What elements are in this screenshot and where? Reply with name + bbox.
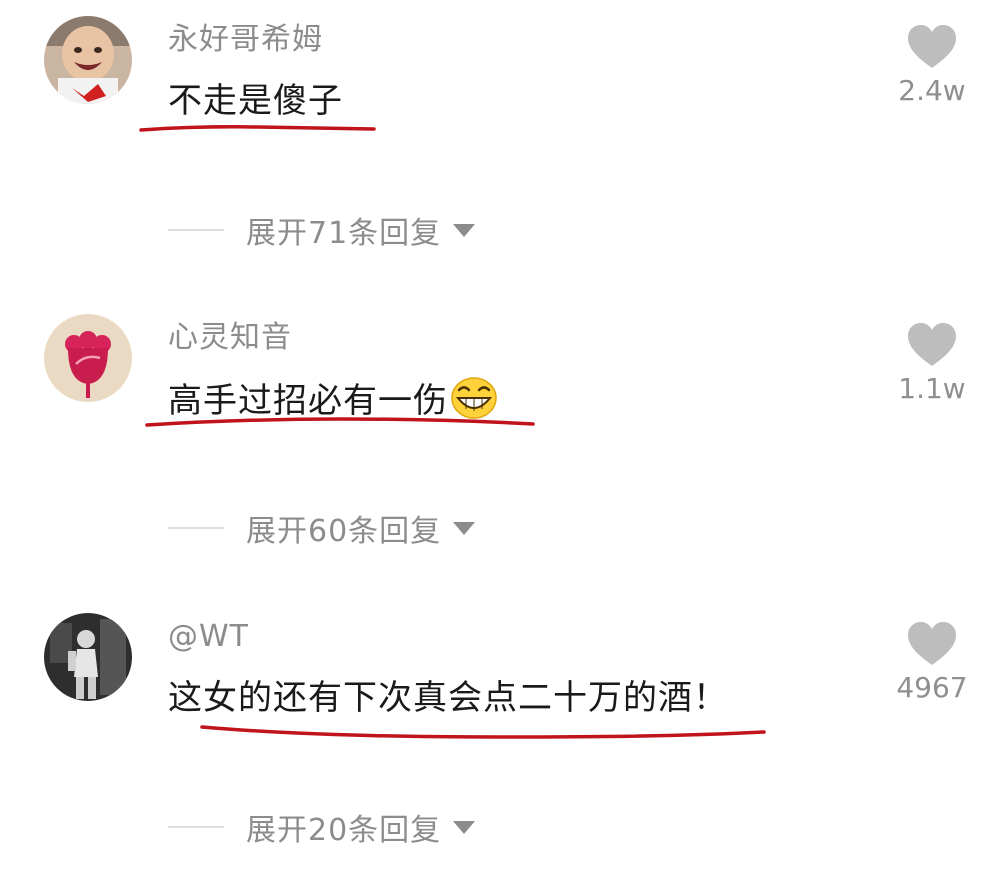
divider-line (168, 527, 224, 529)
expand-replies-button[interactable]: 展开20条回复 (168, 807, 476, 848)
expand-replies-button[interactable]: 展开71条回复 (168, 210, 476, 251)
comment-item: @WT 这女的还有下次真会点二十万的酒！ 4967 展开20条回复 (0, 597, 1000, 887)
red-underline-annotation (139, 125, 376, 132)
like-count: 4967 (896, 671, 968, 704)
username[interactable]: 永好哥希姆 (168, 20, 323, 60)
blurred-region (168, 448, 408, 488)
like-count: 2.4w (898, 74, 966, 107)
avatar[interactable] (44, 613, 132, 701)
blurred-region (168, 150, 408, 190)
expand-replies-label: 展开60条回复 (246, 514, 442, 549)
avatar[interactable] (44, 16, 132, 104)
triangle-down-icon (453, 521, 476, 535)
blurred-region (168, 747, 408, 787)
comment-item: 心灵知音 高手过招必有一伤 1.1w 展开60条回复 (0, 298, 1000, 588)
heart-icon[interactable] (907, 322, 957, 368)
divider-line (168, 826, 224, 828)
expand-replies-label: 展开20条回复 (246, 813, 442, 848)
comment-item: 永好哥希姆 不走是傻子 2.4w 展开71条回复 (0, 0, 1000, 290)
expand-replies-label: 展开71条回复 (246, 216, 442, 251)
divider-line (168, 229, 224, 231)
like-count: 1.1w (898, 372, 966, 405)
avatar[interactable] (44, 314, 132, 402)
like-button[interactable]: 1.1w (892, 322, 972, 406)
red-underline-annotation (200, 725, 766, 739)
heart-icon[interactable] (907, 621, 957, 667)
comment-text-value: 这女的还有下次真会点二十万的酒！ (168, 678, 728, 718)
username[interactable]: @WT (168, 617, 249, 657)
comment-text: 这女的还有下次真会点二十万的酒！ (168, 675, 728, 721)
username[interactable]: 心灵知音 (168, 318, 292, 358)
triangle-down-icon (453, 820, 476, 834)
expand-replies-button[interactable]: 展开60条回复 (168, 508, 476, 549)
red-underline-annotation (145, 417, 535, 427)
like-button[interactable]: 4967 (892, 621, 972, 705)
heart-icon[interactable] (907, 24, 957, 70)
comment-text-value: 不走是傻子 (168, 81, 343, 121)
like-button[interactable]: 2.4w (892, 24, 972, 108)
comment-text: 不走是傻子 (168, 78, 343, 124)
triangle-down-icon (453, 223, 476, 237)
